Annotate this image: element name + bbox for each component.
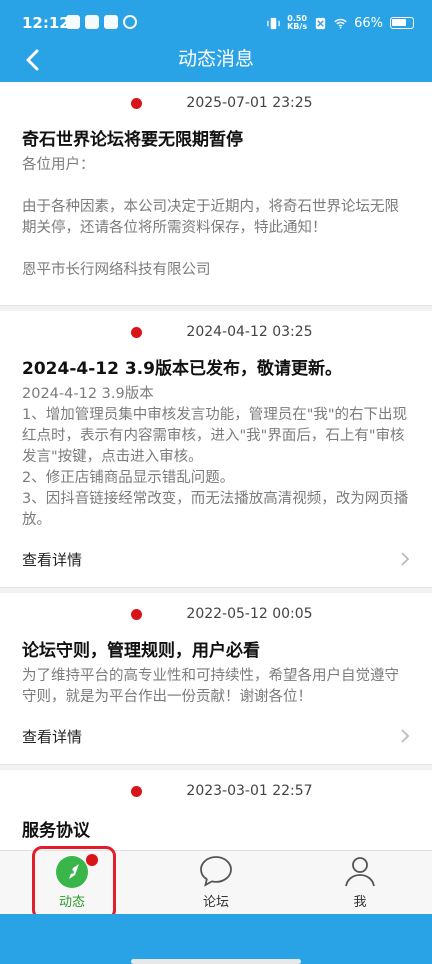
chat-bubble-icon: [200, 856, 232, 887]
battery-percent: 66%: [354, 15, 383, 31]
user-icon: [345, 857, 375, 887]
message-title: 服务协议: [22, 821, 90, 841]
view-details-label: 查看详情: [22, 550, 83, 569]
message-date: 2023-03-01 22:57: [186, 783, 313, 799]
status-time: 12:12: [22, 14, 70, 32]
top-bar: 12:12 0.50 KB/s 66% 动态消息: [0, 0, 432, 82]
message-title: 论坛守则，管理规则，用户必看: [22, 641, 260, 661]
sim-off-icon: [315, 17, 326, 29]
message-meta: 2025-07-01 23:25: [22, 82, 410, 124]
message-card[interactable]: 2023-03-01 22:57 服务协议: [0, 770, 432, 850]
chevron-right-icon: [401, 552, 410, 566]
message-meta: 2024-04-12 03:25: [22, 311, 410, 353]
nav-label: 论坛: [202, 895, 229, 910]
unread-dot: [131, 785, 143, 797]
nav-label: 我: [353, 895, 367, 910]
message-card[interactable]: 2024-04-12 03:25 2024-4-12 3.9版本已发布，敬请更新…: [0, 311, 432, 588]
system-nav-bar: [0, 914, 432, 964]
vibrate-icon: [267, 17, 280, 29]
message-date: 2025-07-01 23:25: [186, 95, 313, 111]
view-details-row[interactable]: 查看详情: [22, 708, 410, 764]
page-title: 动态消息: [177, 48, 254, 70]
status-bar: 12:12 0.50 KB/s 66%: [0, 0, 432, 36]
message-meta: 2023-03-01 22:57: [22, 770, 410, 812]
message-card[interactable]: 2025-07-01 23:25 奇石世界论坛将要无限期暂停 各位用户： 由于各…: [0, 82, 432, 306]
chevron-right-icon: [401, 729, 410, 743]
unread-dot: [131, 326, 143, 338]
wechat-icon: [123, 15, 137, 29]
header: 动态消息: [0, 36, 432, 82]
notification-icons: [66, 15, 137, 29]
wifi-icon: [334, 18, 347, 29]
message-date: 2024-04-12 03:25: [186, 324, 313, 340]
nav-tab-forum[interactable]: 论坛: [166, 851, 266, 915]
view-details-row[interactable]: 查看详情: [22, 531, 410, 587]
message-body: 为了维持平台的高专业性和可持续性，希望各用户自觉遵守守则，就是为平台作出一份贡献…: [22, 668, 399, 705]
view-details-label: 查看详情: [22, 727, 83, 746]
message-title: 2024-4-12 3.9版本已发布，敬请更新。: [22, 359, 342, 379]
message-card[interactable]: 2022-05-12 00:05 论坛守则，管理规则，用户必看 为了维持平台的高…: [0, 593, 432, 765]
status-right: 0.50 KB/s 66%: [267, 15, 414, 31]
highlight-box: [32, 846, 116, 920]
home-indicator[interactable]: [131, 959, 301, 964]
media-icon: [104, 15, 118, 29]
message-body: 2024-4-12 3.9版本 1、增加管理员集中审核发言功能，管理员在"我"的…: [22, 386, 409, 528]
nav-tab-me[interactable]: 我: [310, 851, 410, 915]
mail-icon: [85, 15, 99, 29]
message-body: 各位用户： 由于各种因素，本公司决定于近期内，将奇石世界论坛无限期关停，还请各位…: [22, 157, 399, 278]
unread-dot: [131, 97, 143, 109]
net-speed: 0.50 KB/s: [287, 15, 307, 31]
net-speed-unit: KB/s: [287, 22, 308, 31]
message-feed[interactable]: 2025-07-01 23:25 奇石世界论坛将要无限期暂停 各位用户： 由于各…: [0, 82, 432, 850]
unread-dot: [131, 608, 143, 620]
app-notification-icon: [66, 15, 80, 29]
battery-icon: [390, 17, 414, 29]
message-meta: 2022-05-12 00:05: [22, 593, 410, 635]
message-date: 2022-05-12 00:05: [186, 606, 313, 622]
message-title: 奇石世界论坛将要无限期暂停: [22, 130, 243, 150]
